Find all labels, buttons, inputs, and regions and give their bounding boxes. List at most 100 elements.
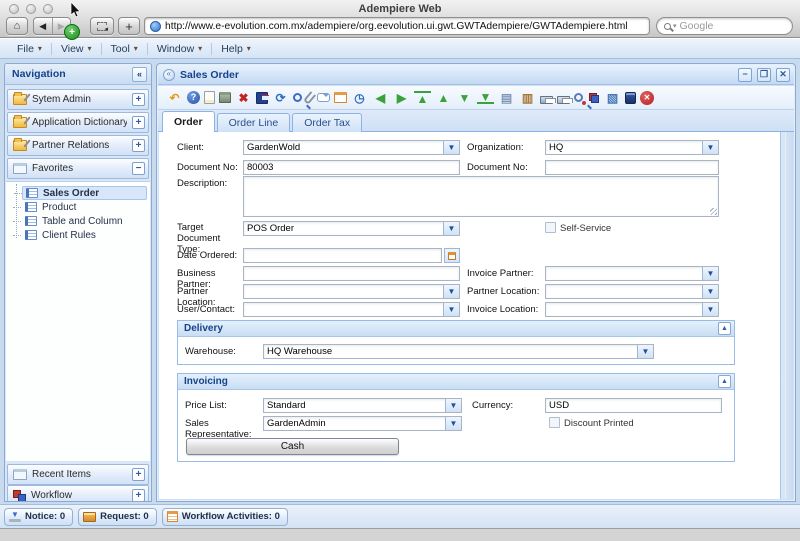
- tree-item-table-and-column[interactable]: Table and Column: [22, 214, 147, 228]
- chevron-down-icon[interactable]: ▼: [702, 303, 718, 316]
- tree-item-sales-order[interactable]: Sales Order: [22, 186, 147, 200]
- address-bar[interactable]: http://www.e-evolution.com.mx/adempiere/…: [144, 17, 650, 35]
- new-tab-button[interactable]: +: [118, 17, 140, 35]
- search-options-caret-icon[interactable]: ▾: [673, 22, 677, 30]
- chevron-down-icon[interactable]: ▼: [702, 285, 718, 298]
- expand-button[interactable]: +: [132, 93, 145, 106]
- first-record-icon[interactable]: ▲: [414, 91, 431, 104]
- sidebar-item-application-dictionary[interactable]: Application Dictionary +: [7, 112, 149, 133]
- undo-icon[interactable]: ↶: [166, 89, 183, 106]
- menu-file[interactable]: File▾: [8, 39, 51, 58]
- collapse-panel-button[interactable]: «: [132, 67, 147, 82]
- sidebar-item-system-admin[interactable]: Sytem Admin +: [7, 89, 149, 110]
- chevron-down-icon[interactable]: ▼: [443, 141, 459, 154]
- menu-help[interactable]: Help▾: [212, 39, 260, 58]
- user-contact-field[interactable]: ▼: [243, 302, 460, 317]
- collapse-button[interactable]: −: [132, 162, 145, 175]
- sales-representative-field[interactable]: GardenAdmin▼: [263, 416, 462, 431]
- web-clip-button[interactable]: [90, 17, 114, 35]
- description-field[interactable]: [243, 176, 719, 217]
- date-ordered-field[interactable]: [243, 248, 442, 263]
- organization-field[interactable]: HQ▼: [545, 140, 719, 155]
- close-button[interactable]: ✕: [776, 68, 790, 82]
- attachment-icon[interactable]: [303, 91, 316, 105]
- archive-icon[interactable]: [625, 92, 636, 104]
- history-icon[interactable]: ◷: [351, 89, 368, 106]
- report-icon[interactable]: ▥: [519, 89, 536, 106]
- request-button[interactable]: Request: 0: [78, 508, 157, 526]
- vertical-scrollbar[interactable]: [780, 132, 793, 499]
- expand-button[interactable]: +: [132, 468, 145, 481]
- invoice-location-field[interactable]: ▼: [545, 302, 719, 317]
- menu-window[interactable]: Window▾: [148, 39, 211, 58]
- self-service-checkbox[interactable]: [545, 222, 556, 233]
- sidebar-item-partner-relations[interactable]: Partner Relations +: [7, 135, 149, 156]
- tab-order[interactable]: Order: [162, 111, 215, 132]
- target-document-type-field[interactable]: POS Order▼: [243, 221, 460, 236]
- tab-order-tax[interactable]: Order Tax: [292, 113, 362, 132]
- calendar-button[interactable]: [444, 248, 460, 263]
- tree-item-client-rules[interactable]: Client Rules: [22, 228, 147, 242]
- resize-handle-icon[interactable]: [710, 208, 717, 215]
- chart-icon[interactable]: ▧: [604, 89, 621, 106]
- document-no-right-field[interactable]: [545, 160, 719, 175]
- chevron-down-icon[interactable]: ▼: [443, 222, 459, 235]
- search-input[interactable]: ▾ Google: [656, 17, 793, 35]
- tree-item-product[interactable]: Product: [22, 200, 147, 214]
- menu-view[interactable]: View▾: [52, 39, 101, 58]
- new-record-icon[interactable]: [204, 91, 215, 104]
- find-icon[interactable]: [293, 93, 302, 102]
- client-field[interactable]: GardenWold▼: [243, 140, 460, 155]
- collapse-section-button[interactable]: ▲: [718, 322, 731, 335]
- grid-toggle-icon[interactable]: ▤: [498, 89, 515, 106]
- invoice-partner-field[interactable]: ▼: [545, 266, 719, 281]
- refresh-icon[interactable]: ⟳: [272, 89, 289, 106]
- expand-button[interactable]: +: [132, 116, 145, 129]
- expand-button[interactable]: +: [132, 139, 145, 152]
- chevron-down-icon[interactable]: ▼: [443, 285, 459, 298]
- document-no-field[interactable]: 80003: [243, 160, 460, 175]
- help-icon[interactable]: ?: [187, 91, 200, 104]
- last-record-icon[interactable]: ▼: [477, 91, 494, 104]
- print-preview-icon[interactable]: [540, 96, 553, 104]
- previous-record-icon[interactable]: ▲: [435, 89, 452, 106]
- next-record-icon[interactable]: ▼: [456, 89, 473, 106]
- menu-tool[interactable]: Tool▾: [102, 39, 147, 58]
- currency-field[interactable]: USD: [545, 398, 722, 413]
- workflow-activities-button[interactable]: Workflow Activities: 0: [162, 508, 288, 526]
- business-partner-field[interactable]: [243, 266, 460, 281]
- window-titlebar[interactable]: Sales Order − ❐ ✕: [158, 65, 794, 85]
- chevron-down-icon[interactable]: ▼: [443, 303, 459, 316]
- chevron-down-icon[interactable]: ▼: [702, 141, 718, 154]
- tab-order-line[interactable]: Order Line: [217, 113, 291, 132]
- chevron-down-icon[interactable]: ▼: [637, 345, 653, 358]
- back-button[interactable]: ◀: [34, 18, 53, 34]
- chat-icon[interactable]: [317, 93, 330, 102]
- multi-record-view-icon[interactable]: [334, 92, 347, 103]
- chevron-down-icon[interactable]: ▼: [445, 399, 461, 412]
- forward-button[interactable]: ▶: [53, 18, 71, 34]
- home-button[interactable]: ⌂: [6, 17, 28, 35]
- warehouse-field[interactable]: HQ Warehouse▼: [263, 344, 654, 359]
- expand-button[interactable]: +: [132, 489, 145, 502]
- discount-printed-checkbox[interactable]: [549, 417, 560, 428]
- print-icon[interactable]: [557, 96, 570, 104]
- partner-location-right-field[interactable]: ▼: [545, 284, 719, 299]
- sidebar-item-workflow[interactable]: Workflow +: [7, 485, 149, 502]
- parent-record-icon[interactable]: ◀: [372, 89, 389, 106]
- delete-icon[interactable]: ✖: [235, 89, 252, 106]
- maximize-button[interactable]: ❐: [757, 68, 771, 82]
- sidebar-item-recent-items[interactable]: Recent Items +: [7, 464, 149, 485]
- price-list-field[interactable]: Standard▼: [263, 398, 462, 413]
- detail-record-icon[interactable]: ▶: [393, 89, 410, 106]
- collapse-section-button[interactable]: ▲: [718, 375, 731, 388]
- chevron-down-icon[interactable]: ▼: [702, 267, 718, 280]
- minimize-button[interactable]: −: [738, 68, 752, 82]
- partner-location-field[interactable]: ▼: [243, 284, 460, 299]
- zoom-across-icon[interactable]: [574, 93, 583, 102]
- notice-button[interactable]: Notice: 0: [4, 508, 73, 526]
- cash-button[interactable]: Cash: [186, 438, 399, 455]
- workflow-icon[interactable]: [587, 91, 600, 104]
- delete-record-icon[interactable]: [219, 92, 231, 103]
- exit-icon[interactable]: ✕: [640, 91, 654, 105]
